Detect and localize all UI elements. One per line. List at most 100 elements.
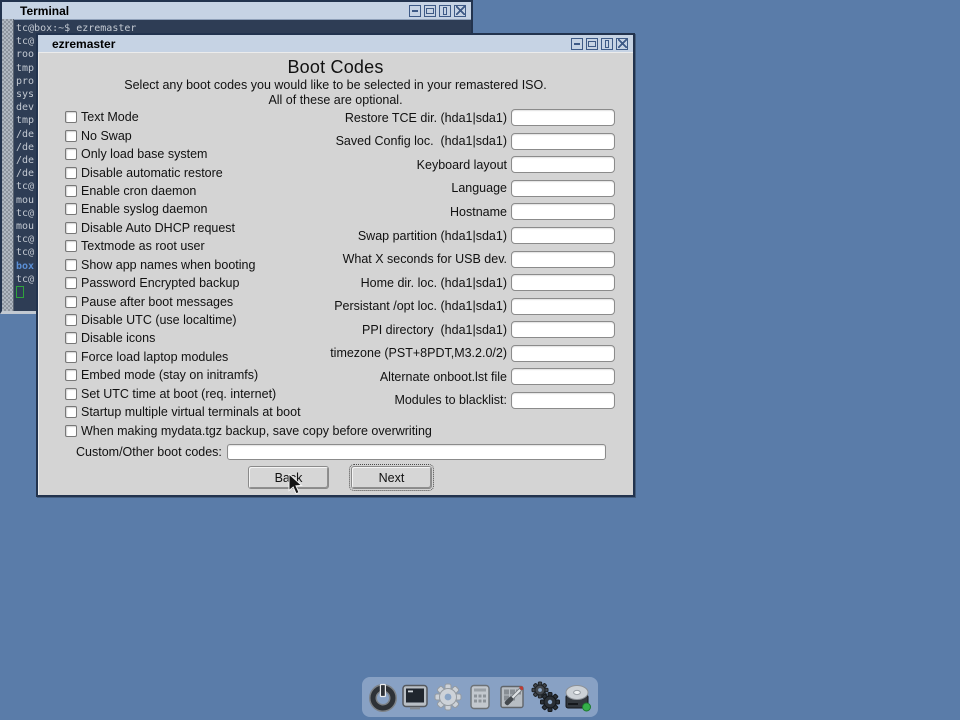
checkbox-label: Set UTC time at boot (req. internet) <box>81 387 276 401</box>
field-label: PPI directory (hda1|sda1) <box>362 323 507 337</box>
terminal-scrollbar[interactable] <box>2 19 14 311</box>
checkbox[interactable] <box>65 148 77 160</box>
power-icon[interactable] <box>367 681 399 713</box>
checkbox[interactable] <box>65 185 77 197</box>
field-row: Hostname <box>330 200 615 224</box>
checkbox[interactable] <box>65 351 77 363</box>
text-input[interactable] <box>511 345 615 362</box>
checkbox[interactable] <box>65 167 77 179</box>
terminal-titlebar[interactable]: Terminal <box>2 2 471 20</box>
custom-boot-codes-row: Custom/Other boot codes: <box>76 444 606 460</box>
checkbox-label: Enable cron daemon <box>81 184 196 198</box>
maximize-icon <box>588 41 596 47</box>
field-row: Modules to blacklist: <box>330 389 615 413</box>
desktop: Terminal tc@box:~$ ezremastertc@rootmppr… <box>0 0 960 720</box>
mount-tool-icon[interactable] <box>561 681 593 713</box>
maximize-button[interactable] <box>424 5 436 17</box>
next-button[interactable]: Next <box>351 466 432 489</box>
field-row: Persistant /opt loc. (hda1|sda1) <box>330 294 615 318</box>
checkbox[interactable] <box>65 240 77 252</box>
checkbox-row: When making mydata.tgz backup, save copy… <box>65 421 432 439</box>
text-input[interactable] <box>511 274 615 291</box>
field-row: Alternate onboot.lst file <box>330 365 615 389</box>
minimize-button[interactable] <box>409 5 421 17</box>
restore-button[interactable] <box>439 5 451 17</box>
checkbox-label: Disable automatic restore <box>81 166 223 180</box>
field-label: Saved Config loc. (hda1|sda1) <box>336 134 507 148</box>
checkbox-label: Disable UTC (use localtime) <box>81 313 237 327</box>
field-row: Language <box>330 177 615 201</box>
checkbox-label: Password Encrypted backup <box>81 276 239 290</box>
dock <box>362 677 598 717</box>
restore-icon <box>443 7 447 15</box>
field-row: Restore TCE dir. (hda1|sda1) <box>330 106 615 130</box>
checkbox-label: Startup multiple virtual terminals at bo… <box>81 405 301 419</box>
checkbox-label: Force load laptop modules <box>81 350 228 364</box>
text-input[interactable] <box>511 321 615 338</box>
checkbox[interactable] <box>65 259 77 271</box>
close-icon <box>456 6 465 15</box>
text-input[interactable] <box>511 227 615 244</box>
checkbox[interactable] <box>65 277 77 289</box>
page-title: Boot Codes <box>38 57 633 78</box>
checkbox-label: Disable icons <box>81 331 155 345</box>
checkbox-label: Only load base system <box>81 147 207 161</box>
checkbox[interactable] <box>65 222 77 234</box>
maximize-icon <box>426 8 434 14</box>
text-input[interactable] <box>511 180 615 197</box>
ezremaster-window: ezremaster Boot Codes Select any boot co… <box>36 33 635 497</box>
checkbox[interactable] <box>65 388 77 400</box>
checkbox-label: No Swap <box>81 129 132 143</box>
custom-boot-codes-input[interactable] <box>227 444 606 460</box>
text-input[interactable] <box>511 133 615 150</box>
control-panel-icon[interactable] <box>432 681 464 713</box>
minimize-button[interactable] <box>571 38 583 50</box>
subtitle-line-1: Select any boot codes you would like to … <box>38 78 633 92</box>
checkbox-label: Disable Auto DHCP request <box>81 221 235 235</box>
ezremaster-window-title: ezremaster <box>38 37 115 51</box>
checkbox[interactable] <box>65 130 77 142</box>
text-input[interactable] <box>511 203 615 220</box>
checkbox[interactable] <box>65 314 77 326</box>
field-label: timezone (PST+8PDT,M3.2.0/2) <box>330 346 507 360</box>
maximize-button[interactable] <box>586 38 598 50</box>
apps-icon[interactable] <box>464 681 496 713</box>
field-row: Saved Config loc. (hda1|sda1) <box>330 130 615 154</box>
checkbox-label: Embed mode (stay on initramfs) <box>81 368 258 382</box>
checkbox[interactable] <box>65 425 77 437</box>
close-button[interactable] <box>454 5 466 17</box>
checkbox[interactable] <box>65 111 77 123</box>
close-button[interactable] <box>616 38 628 50</box>
minimize-icon <box>412 10 418 12</box>
terminal-block-cursor <box>16 286 24 298</box>
field-row: Home dir. loc. (hda1|sda1) <box>330 271 615 295</box>
ezremaster-titlebar[interactable]: ezremaster <box>38 35 633 53</box>
back-button[interactable]: Back <box>248 466 329 489</box>
text-input[interactable] <box>511 368 615 385</box>
checkbox-label: Pause after boot messages <box>81 295 233 309</box>
close-icon <box>618 39 627 48</box>
text-input[interactable] <box>511 392 615 409</box>
field-row: Swap partition (hda1|sda1) <box>330 224 615 248</box>
ezremaster-window-buttons <box>568 38 633 50</box>
checkbox-label: When making mydata.tgz backup, save copy… <box>81 424 432 438</box>
field-row: timezone (PST+8PDT,M3.2.0/2) <box>330 341 615 365</box>
restore-button[interactable] <box>601 38 613 50</box>
field-label: Hostname <box>450 205 507 219</box>
boot-options-field-list: Restore TCE dir. (hda1|sda1) Saved Config… <box>330 106 615 412</box>
services-icon[interactable] <box>529 681 561 713</box>
checkbox[interactable] <box>65 406 77 418</box>
text-input[interactable] <box>511 298 615 315</box>
system-tools-icon[interactable] <box>496 681 528 713</box>
text-input[interactable] <box>511 251 615 268</box>
checkbox[interactable] <box>65 332 77 344</box>
terminal-window-title: Terminal <box>2 4 69 18</box>
checkbox[interactable] <box>65 296 77 308</box>
text-input[interactable] <box>511 156 615 173</box>
text-input[interactable] <box>511 109 615 126</box>
boot-codes-panel: Boot Codes Select any boot codes you wou… <box>38 52 633 495</box>
checkbox[interactable] <box>65 369 77 381</box>
checkbox[interactable] <box>65 203 77 215</box>
field-label: Keyboard layout <box>417 158 507 172</box>
terminal-icon[interactable] <box>399 681 431 713</box>
